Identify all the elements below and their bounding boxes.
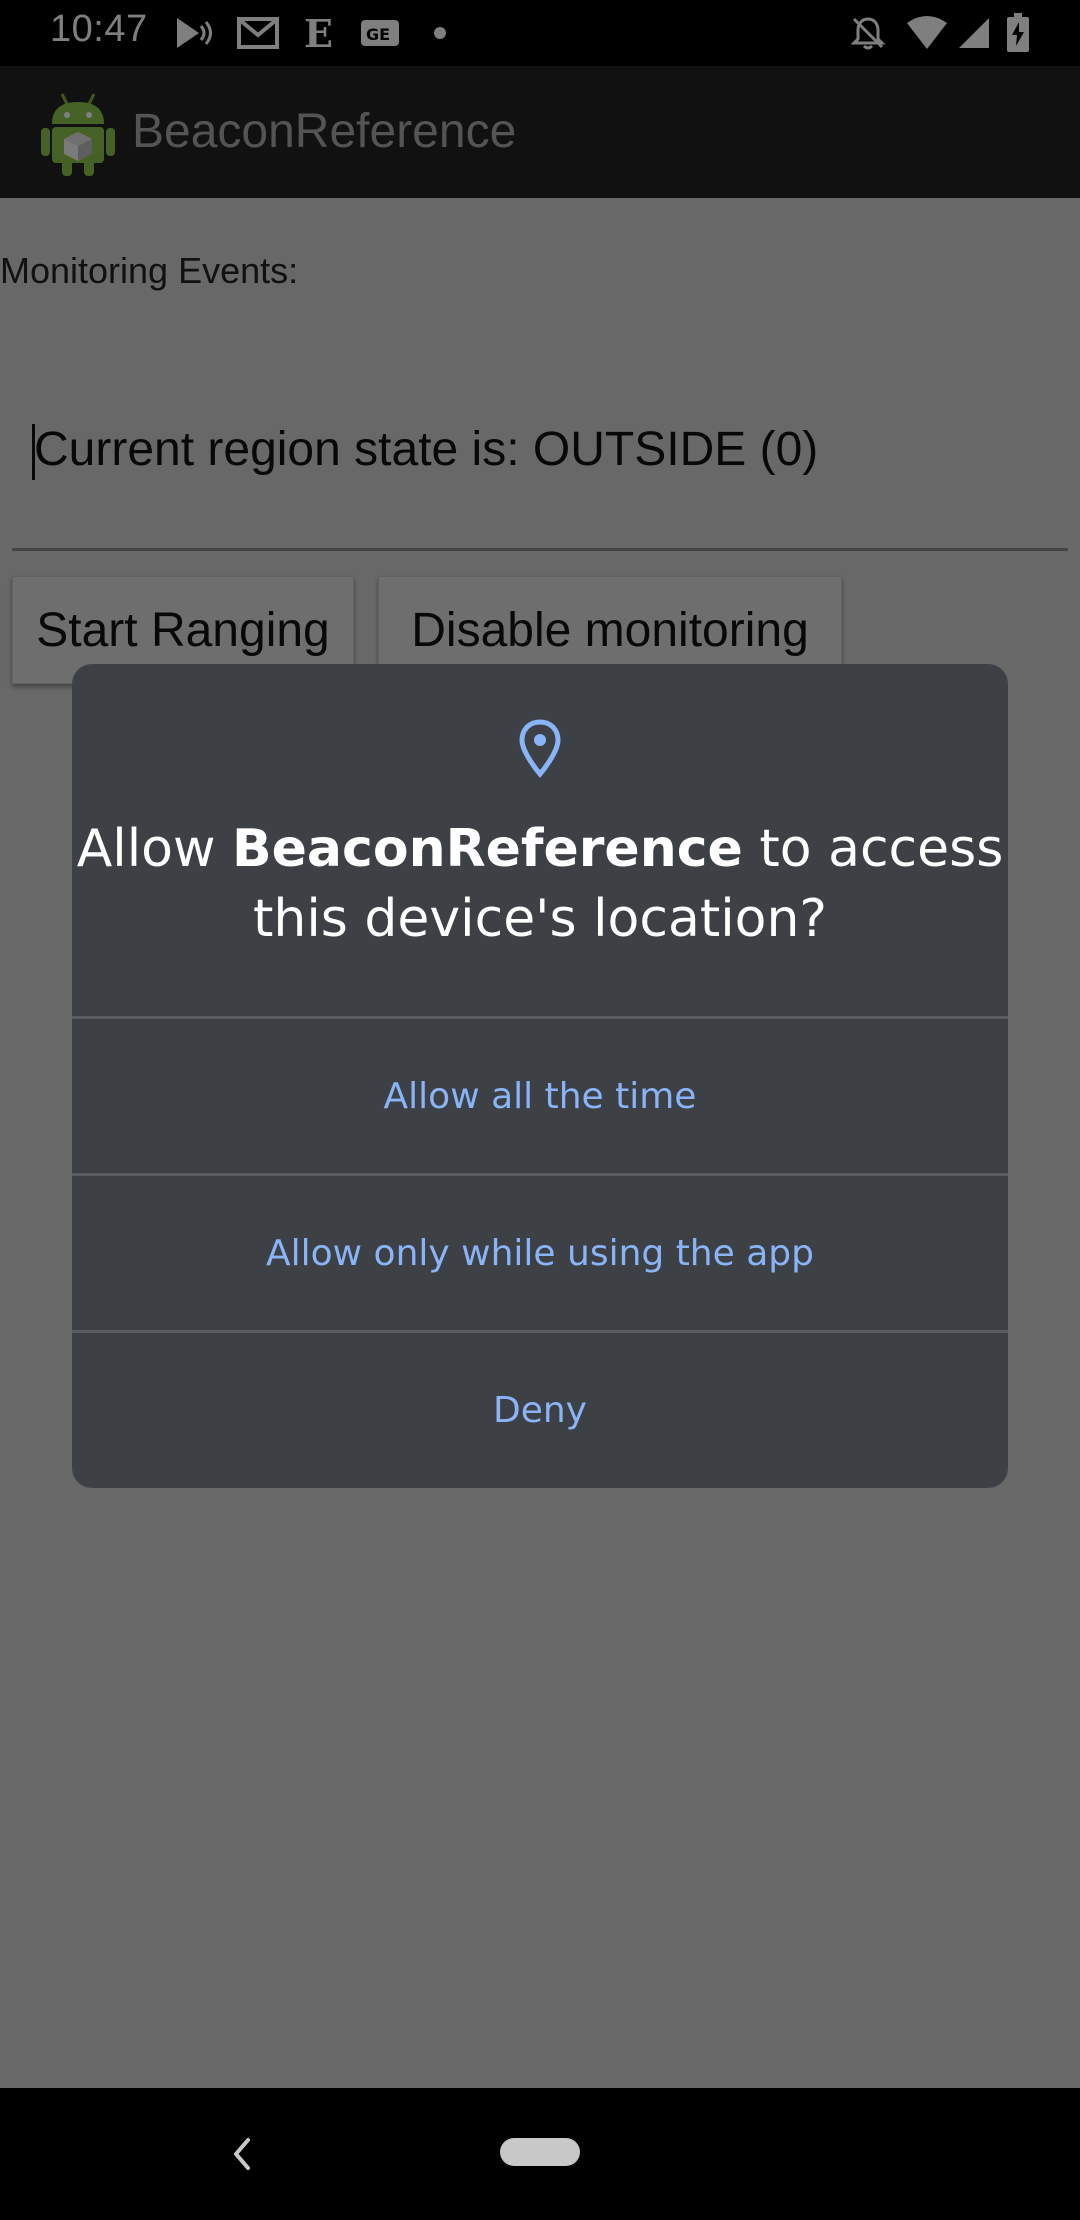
allow-while-using-button[interactable]: Allow only while using the app <box>72 1176 1008 1330</box>
allow-all-the-time-button[interactable]: Allow all the time <box>72 1019 1008 1173</box>
location-permission-dialog: Allow BeaconReference to access this dev… <box>72 664 1008 1488</box>
dialog-title-prefix: Allow <box>76 819 233 879</box>
back-chevron-icon[interactable] <box>222 2130 262 2178</box>
home-pill-icon[interactable] <box>500 2138 580 2166</box>
dialog-title-app-name: BeaconReference <box>232 819 743 879</box>
location-pin-icon <box>508 716 572 780</box>
deny-button[interactable]: Deny <box>72 1333 1008 1487</box>
dialog-title: Allow BeaconReference to access this dev… <box>72 814 1008 954</box>
navigation-bar <box>0 2088 1080 2220</box>
